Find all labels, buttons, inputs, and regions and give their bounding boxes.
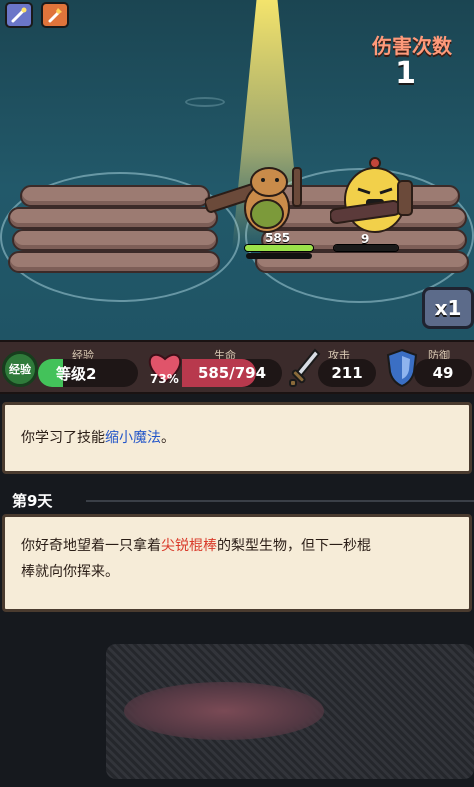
- life-value: 585/794: [197, 364, 267, 382]
- life-value-box: 585/794: [182, 359, 282, 387]
- torch-icon: [48, 8, 62, 23]
- exp-level-value: 等级2: [56, 364, 97, 383]
- enemy-pear-creature: [330, 157, 413, 233]
- enemy-hp-fill: [334, 245, 398, 251]
- log-message-encounter: 你好奇地望着一只拿着尖锐棍棒的梨型生物，但下一秒棍 棒就向你挥来。: [2, 514, 472, 612]
- defense-value: 49: [414, 359, 472, 387]
- blurred-action-button[interactable]: [124, 682, 324, 740]
- log-message-skill: 你学习了技能缩小魔法。: [2, 402, 472, 474]
- player-hp-fill: [245, 245, 313, 251]
- player-hp-bar: [244, 244, 314, 252]
- skill-slot-torch[interactable]: [41, 2, 69, 28]
- speed-toggle-button[interactable]: x1: [422, 287, 474, 329]
- exp-badge-icon: 经验: [2, 351, 38, 387]
- exp-level-box: 等级2: [38, 359, 138, 387]
- left-raft: [8, 185, 228, 290]
- damage-count-title: 伤害次数: [372, 34, 452, 58]
- battle-scene: 伤害次数 1 585 9 x1: [0, 0, 474, 340]
- life-percent: 73%: [150, 372, 179, 386]
- enemy-hp-bar: [333, 244, 399, 252]
- weapon-name: 尖锐棍棒: [161, 538, 217, 554]
- water-ripple: [185, 97, 225, 107]
- stats-bar: 经验 经验 等级2 73% 生命 585/794 攻击 211 防御 49: [0, 340, 474, 394]
- player-shadow: [246, 253, 312, 259]
- skill-slot-wand[interactable]: [5, 2, 33, 28]
- damage-count-value: 1: [395, 56, 416, 91]
- player-capybara: [205, 167, 302, 233]
- day-divider: [86, 500, 474, 502]
- skill-name: 缩小魔法: [105, 430, 161, 446]
- attack-value: 211: [318, 359, 376, 387]
- battle-log: 你学习了技能缩小魔法。 第9天 你好奇地望着一只拿着尖锐棍棒的梨型生物，但下一秒…: [0, 394, 474, 787]
- wand-icon: [11, 7, 27, 23]
- day-heading: 第9天: [12, 492, 53, 510]
- player-hp-value: 585: [265, 231, 291, 245]
